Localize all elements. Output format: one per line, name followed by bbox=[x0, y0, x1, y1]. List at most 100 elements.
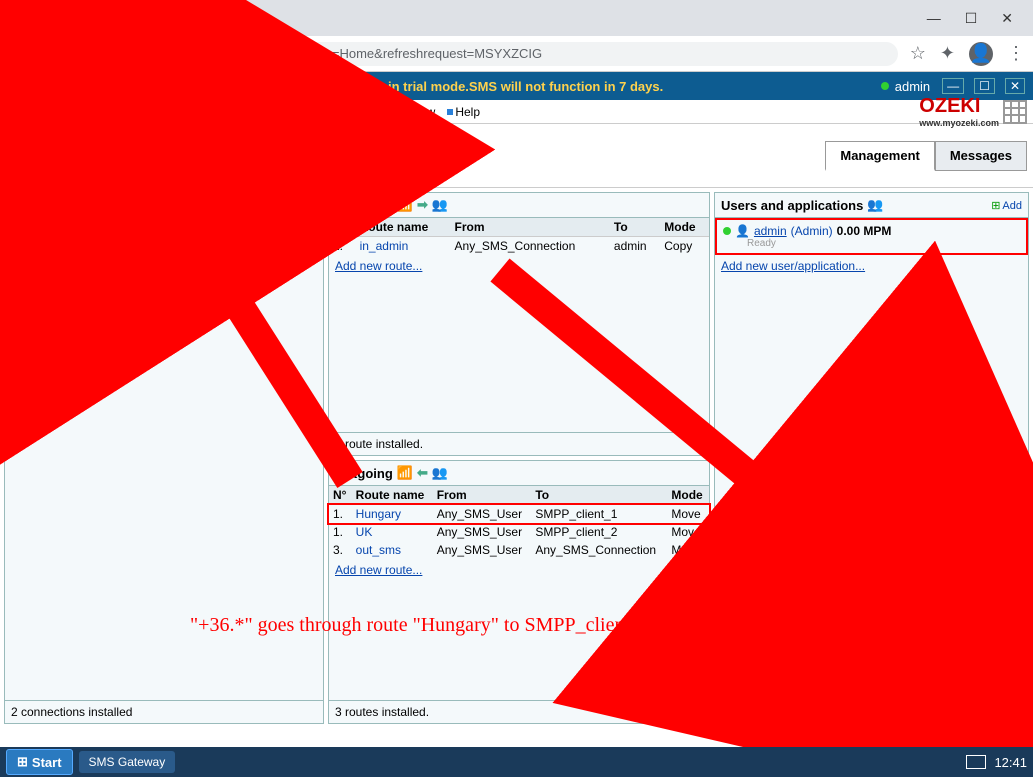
menu-view[interactable]: View bbox=[402, 105, 436, 119]
incoming-table: N° Route name From To Mode 1.in_adminAny… bbox=[329, 218, 709, 255]
advanced-button[interactable]: ⚙Advanced bbox=[362, 133, 420, 178]
home-icon: ⌂ bbox=[25, 138, 37, 162]
clock: 12:41 bbox=[966, 755, 1027, 770]
connections-header: Connections 📶 Add bbox=[5, 193, 323, 219]
start-button[interactable]: ⊞ Start bbox=[6, 749, 73, 775]
tab-bar: OZEKI 10 (192.168.0.113) × + — ☐ ✕ bbox=[0, 0, 1033, 36]
arrow-left-icon: ⬅ bbox=[417, 465, 428, 481]
user-item[interactable]: 👤 admin (Admin) 0.00 MPMReady bbox=[715, 218, 1028, 255]
connection-item[interactable]: 📡 SMPP_client_2 (SMPP client) 0.00 MPMRe… bbox=[5, 256, 323, 289]
logo-grid-icon bbox=[1003, 100, 1027, 124]
menu-help[interactable]: Help bbox=[447, 105, 480, 119]
incoming-panel: Incoming 📶 ➡ 👥 N° Route name From To Mod… bbox=[328, 192, 710, 456]
forward-icon[interactable]: → bbox=[38, 43, 56, 64]
logo-url: www.myozeki.com bbox=[919, 118, 999, 128]
back-icon[interactable]: ← bbox=[8, 43, 26, 64]
keyboard-icon[interactable] bbox=[966, 755, 986, 769]
table-row[interactable]: 1.in_adminAny_SMS_ConnectionadminCopy bbox=[329, 237, 709, 256]
url-path: :9515/SMS+Gateway/?a=Home&refreshrequest… bbox=[191, 46, 543, 61]
connection-item[interactable]: 📡 SMPP_client_1 (SMPP client) 0.00 MPMRe… bbox=[5, 219, 323, 256]
connections-panel: Connections 📶 Add 📡 SMPP_client_1 (SMPP … bbox=[4, 192, 324, 724]
messages-icon: 🗀 bbox=[139, 138, 159, 162]
profile-icon[interactable]: 👤 bbox=[969, 42, 993, 66]
app-titlebar: SMS SMS Gateway - 192.168.0.113 - SMS: S… bbox=[0, 72, 1033, 100]
tab-messages[interactable]: Messages bbox=[935, 141, 1027, 171]
tab-favicon-icon bbox=[20, 13, 36, 29]
lock-icon: 🔒 bbox=[107, 46, 123, 62]
url-input[interactable]: 🔒 localhost :9515/SMS+Gateway/?a=Home&ref… bbox=[95, 42, 898, 66]
addr-right: ☆ ✦ 👤 ⋮ bbox=[910, 42, 1025, 66]
routes-column: Incoming 📶 ➡ 👥 N° Route name From To Mod… bbox=[328, 192, 710, 724]
taskbar-app[interactable]: SMS Gateway bbox=[79, 751, 176, 773]
maximize-icon[interactable]: ☐ bbox=[965, 10, 978, 27]
home-button[interactable]: ⌂Home bbox=[6, 133, 56, 178]
close-icon[interactable]: ✕ bbox=[1001, 10, 1013, 27]
incoming-header: Incoming 📶 ➡ 👥 bbox=[329, 193, 709, 218]
close-icon[interactable]: ✕ bbox=[1005, 78, 1025, 94]
minimize-icon[interactable]: — bbox=[927, 10, 941, 27]
col-to: To bbox=[531, 486, 667, 505]
browser-tab[interactable]: OZEKI 10 (192.168.0.113) × bbox=[8, 7, 212, 35]
add-connection-link[interactable]: Add bbox=[286, 199, 317, 212]
status-text: Ready bbox=[37, 239, 315, 250]
add-outgoing-route-link[interactable]: Add new route... bbox=[335, 563, 703, 577]
table-row[interactable]: 1.UKAny_SMS_UserSMPP_client_2Move bbox=[329, 523, 709, 541]
table-row[interactable]: 1.HungaryAny_SMS_UserSMPP_client_1Move bbox=[329, 505, 709, 524]
col-num: N° bbox=[329, 218, 356, 237]
app-user[interactable]: admin bbox=[881, 79, 930, 94]
table-row[interactable]: 3.out_smsAny_SMS_UserAny_SMS_ConnectionM… bbox=[329, 541, 709, 559]
routes-icon: ⇄ bbox=[316, 138, 333, 162]
col-num: N° bbox=[329, 486, 352, 505]
taskbar: ⊞ Start SMS Gateway 12:41 bbox=[0, 747, 1033, 777]
users-footer: 2 users/applications installed bbox=[715, 700, 1028, 723]
menu-file[interactable]: File bbox=[6, 105, 33, 119]
users-header: Users and applications 👥 Add bbox=[715, 193, 1028, 218]
users-panel: Users and applications 👥 Add 👤 admin (Ad… bbox=[714, 192, 1029, 724]
app-title: SMS Gateway bbox=[38, 79, 123, 94]
maximize-icon[interactable]: ☐ bbox=[974, 78, 995, 94]
connection-link[interactable]: SMPP_client_1 bbox=[44, 225, 126, 239]
menu-service-provider-connections[interactable]: Service provider connections bbox=[86, 105, 248, 119]
menu-icon[interactable]: ⋮ bbox=[1007, 43, 1025, 64]
new-tab-button[interactable]: + bbox=[220, 8, 231, 29]
menu-edit[interactable]: Edit bbox=[45, 105, 74, 119]
messages-button[interactable]: 🗀Messages bbox=[119, 133, 179, 178]
connection-link[interactable]: SMPP_client_2 bbox=[42, 260, 124, 274]
reload-icon[interactable]: ⟳ bbox=[68, 43, 83, 64]
antenna-icon: 📡 bbox=[25, 225, 40, 239]
url-host: localhost bbox=[131, 46, 182, 61]
outgoing-footer: 3 routes installed. bbox=[329, 700, 709, 723]
menu-users-and-applications[interactable]: Users and applications bbox=[260, 105, 389, 119]
user-link[interactable]: admin bbox=[754, 224, 787, 238]
close-icon[interactable]: × bbox=[192, 13, 200, 29]
add-new-user-link[interactable]: Add new user/application... bbox=[721, 259, 1022, 273]
apps-button[interactable]: 🗄Apps bbox=[246, 133, 296, 178]
new-icon: ✉ bbox=[82, 138, 99, 162]
arrow-right-icon: ➡ bbox=[417, 197, 428, 213]
logo[interactable]: OZEKI www.myozeki.com bbox=[919, 95, 1027, 128]
col-name: Route name bbox=[352, 486, 433, 505]
antenna-icon: 📡 bbox=[23, 260, 38, 274]
add-new-connection-link[interactable]: Add new connection... bbox=[11, 293, 317, 307]
extension-icon[interactable]: ✦ bbox=[940, 43, 955, 64]
status-dot-icon bbox=[723, 227, 731, 235]
minimize-icon[interactable]: — bbox=[942, 78, 964, 94]
outgoing-title: Outgoing bbox=[335, 466, 393, 481]
apps-icon: 🗄 bbox=[258, 138, 283, 162]
routes-button[interactable]: ⇄Routes bbox=[300, 133, 350, 178]
star-icon[interactable]: ☆ bbox=[910, 43, 926, 64]
connect-icon: 📡 bbox=[204, 138, 229, 162]
annotation-text: "+36.*" goes through route "Hungary" to … bbox=[190, 614, 650, 637]
connections-footer: 2 connections installed bbox=[5, 700, 323, 723]
antenna-icon: 📶 bbox=[397, 465, 413, 481]
tab-management[interactable]: Management bbox=[825, 141, 934, 171]
new-button[interactable]: ✉New bbox=[65, 133, 115, 178]
add-incoming-route-link[interactable]: Add new route... bbox=[335, 259, 703, 273]
start-label: Start bbox=[32, 755, 62, 770]
col-mode: Mode bbox=[667, 486, 709, 505]
status-dot-icon bbox=[13, 228, 21, 236]
add-user-link[interactable]: Add bbox=[991, 199, 1022, 212]
users-icon: 👥 bbox=[867, 197, 883, 213]
connections-title: Connections bbox=[11, 198, 90, 213]
connect-button[interactable]: 📡Connect bbox=[191, 133, 242, 178]
